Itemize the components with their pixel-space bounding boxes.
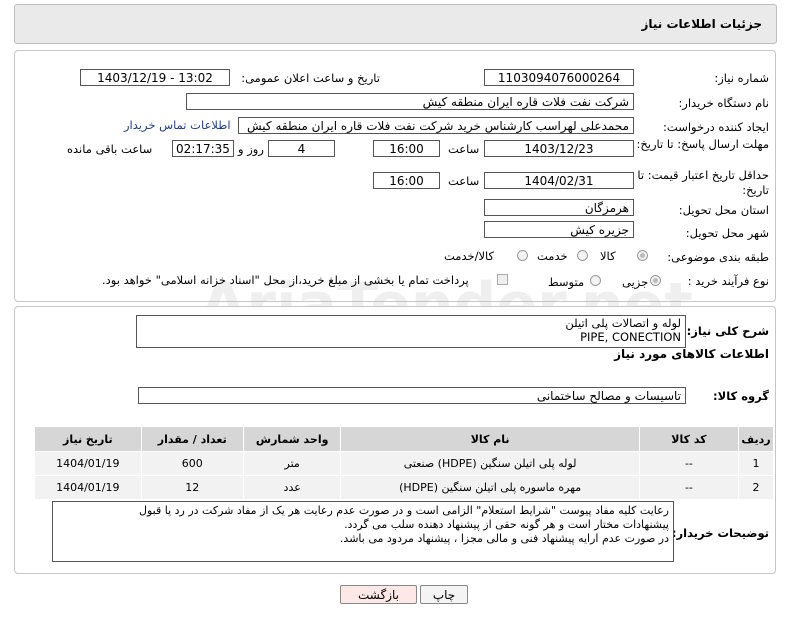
process-minor-label: جزیی bbox=[622, 275, 649, 289]
category-both-label: کالا/خدمت bbox=[444, 249, 495, 263]
category-service-label: خدمت bbox=[537, 249, 568, 263]
cell-row: 2 bbox=[738, 475, 774, 500]
page-title: جزئیات اطلاعات نیاز bbox=[641, 17, 762, 31]
buyer-notes-label: توضیحات خریدار: bbox=[671, 526, 769, 540]
reply-time-label: ساعت bbox=[448, 142, 480, 156]
province-field: هرمزگان bbox=[484, 199, 634, 216]
back-button[interactable]: بازگشت bbox=[340, 585, 417, 604]
col-row: ردیف bbox=[738, 426, 774, 452]
col-date: تاریخ نیاز bbox=[34, 426, 142, 452]
days-field: 4 bbox=[268, 140, 335, 157]
cell-unit: متر bbox=[242, 451, 342, 476]
goods-group-field: تاسیسات و مصالح ساختمانی bbox=[138, 387, 686, 404]
reply-deadline-label: مهلت ارسال پاسخ: تا تاریخ: bbox=[636, 137, 769, 151]
treasury-payment-note: پرداخت تمام یا بخشی از مبلغ خرید،از محل … bbox=[102, 273, 469, 287]
page-header: جزئیات اطلاعات نیاز bbox=[14, 4, 777, 44]
process-minor-radio[interactable] bbox=[650, 275, 661, 286]
buyer-org-field: شرکت نفت فلات قاره ایران منطقه کیش bbox=[186, 93, 634, 110]
need-number-label: شماره نیاز: bbox=[714, 71, 769, 85]
remaining-time-field: 02:17:35 bbox=[172, 140, 234, 157]
items-table: ردیف کد کالا نام کالا واحد شمارش تعداد /… bbox=[34, 426, 774, 500]
table-row: 1 -- لوله پلی اتیلن سنگین (HDPE) صنعتی م… bbox=[34, 451, 774, 476]
remaining-label: ساعت باقی مانده bbox=[67, 142, 153, 156]
province-label: استان محل تحویل: bbox=[678, 203, 769, 217]
cell-date: 1404/01/19 bbox=[34, 475, 142, 500]
cell-code: -- bbox=[638, 475, 740, 500]
category-both-radio[interactable] bbox=[517, 250, 528, 261]
category-goods-label: کالا bbox=[600, 249, 616, 263]
cell-unit: عدد bbox=[242, 475, 342, 500]
category-label: طبقه بندی موضوعی: bbox=[667, 250, 769, 264]
reply-time-field: 16:00 bbox=[373, 140, 440, 157]
process-label: نوع فرآیند خرید : bbox=[687, 274, 769, 288]
buyer-notes-textarea: رعایت کلیه مفاد پیوست "شرایط استعلام" ال… bbox=[52, 501, 674, 562]
reply-date-field: 1403/12/23 bbox=[484, 140, 634, 157]
cell-code: -- bbox=[638, 451, 740, 476]
col-name: نام کالا bbox=[340, 426, 640, 452]
announce-datetime-field: 1403/12/19 - 13:02 bbox=[80, 69, 230, 86]
summary-textarea: لوله و اتصالات پلی اتیلن PIPE, CONECTION bbox=[136, 315, 686, 348]
items-table-header: ردیف کد کالا نام کالا واحد شمارش تعداد /… bbox=[34, 426, 774, 452]
announce-label: تاریخ و ساعت اعلان عمومی: bbox=[241, 71, 380, 85]
creator-label: ایجاد کننده درخواست: bbox=[663, 120, 769, 134]
need-number-field: 1103094076000264 bbox=[484, 69, 634, 86]
col-code: کد کالا bbox=[638, 426, 740, 452]
price-time-label: ساعت bbox=[448, 174, 480, 188]
buyer-notes-line-1: رعایت کلیه مفاد پیوست "شرایط استعلام" ال… bbox=[138, 504, 669, 517]
price-time-field: 16:00 bbox=[373, 172, 440, 189]
process-medium-radio[interactable] bbox=[590, 275, 601, 286]
city-label: شهر محل تحویل: bbox=[685, 226, 769, 240]
creator-field: محمدعلی لهراسب کارشناس خرید شرکت نفت فلا… bbox=[238, 117, 634, 134]
cell-date: 1404/01/19 bbox=[34, 451, 142, 476]
summary-line-1: لوله و اتصالات پلی اتیلن bbox=[565, 316, 681, 330]
cell-name: مهره ماسوره پلی اتیلن سنگین (HDPE) bbox=[340, 475, 640, 500]
price-date-field: 1404/02/31 bbox=[484, 172, 634, 189]
cell-qty: 12 bbox=[140, 475, 244, 500]
summary-label: شرح کلی نیاز: bbox=[686, 324, 769, 338]
days-label: روز و bbox=[238, 142, 264, 156]
city-field: جزیره کیش bbox=[484, 221, 634, 238]
buyer-contact-link[interactable]: اطلاعات تماس خریدار bbox=[124, 118, 231, 132]
cell-row: 1 bbox=[738, 451, 774, 476]
cell-qty: 600 bbox=[140, 451, 244, 476]
category-goods-radio[interactable] bbox=[637, 250, 648, 261]
col-qty: تعداد / مقدار bbox=[140, 426, 244, 452]
summary-line-2: PIPE, CONECTION bbox=[580, 330, 681, 344]
print-button[interactable]: چاپ bbox=[420, 585, 468, 604]
buyer-notes-line-3: در صورت عدم ارایه پیشنهاد فنی و مالی مجز… bbox=[339, 532, 669, 545]
category-service-radio[interactable] bbox=[577, 250, 588, 261]
buyer-org-label: نام دستگاه خریدار: bbox=[678, 96, 769, 110]
process-medium-label: متوسط bbox=[548, 275, 585, 289]
goods-group-label: گروه کالا: bbox=[713, 389, 769, 403]
treasury-payment-checkbox[interactable] bbox=[497, 274, 508, 285]
table-row: 2 -- مهره ماسوره پلی اتیلن سنگین (HDPE) … bbox=[34, 475, 774, 500]
price-validity-label: حداقل تاریخ اعتبار قیمت: تا تاریخ: bbox=[637, 168, 769, 197]
buyer-notes-line-2: پیشنهادات مختار است و هر گونه حقی از پیش… bbox=[344, 518, 669, 531]
goods-info-title: اطلاعات کالاهای مورد نیاز bbox=[614, 347, 769, 361]
col-unit: واحد شمارش bbox=[242, 426, 342, 452]
cell-name: لوله پلی اتیلن سنگین (HDPE) صنعتی bbox=[340, 451, 640, 476]
